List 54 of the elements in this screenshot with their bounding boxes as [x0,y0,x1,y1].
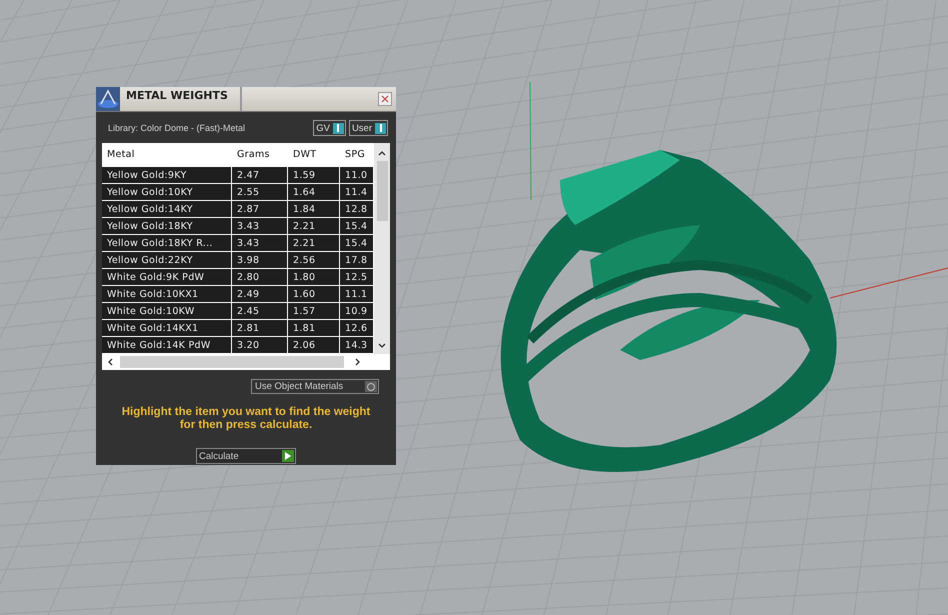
table-cell: Yellow Gold:10KY [102,184,232,200]
table-cell: 2.81 [232,320,288,336]
table-cell: 3.43 [232,235,288,251]
column-header[interactable]: Metal [102,143,232,166]
table-cell: White Gold:9K PdW [102,269,232,285]
window-title: METAL WEIGHTS [120,87,242,111]
scroll-left-icon[interactable] [106,357,114,367]
toggle-switch[interactable]: User [348,120,388,136]
table-cell: 2.49 [232,286,288,302]
table-cell: 2.55 [232,184,288,200]
table-cell: 1.60 [288,286,340,302]
scroll-down-icon[interactable] [377,342,387,350]
table-cell: White Gold:14KX1 [102,320,232,336]
table-cell: 2.47 [232,167,288,183]
table-cell: Yellow Gold:18KY R... [102,235,232,251]
table-cell: Yellow Gold:18KY [102,218,232,234]
table-cell: 1.64 [288,184,340,200]
vertical-scrollbar[interactable] [374,143,390,354]
table-cell: 3.98 [232,252,288,268]
table-cell: 2.06 [288,337,340,353]
close-icon [381,95,389,103]
table-cell: White Gold:14K PdW [102,337,232,353]
table-cell: 3.20 [232,337,288,353]
table-cell: 3.43 [232,218,288,234]
close-button[interactable] [378,92,392,106]
table-cell: 2.87 [232,201,288,217]
play-icon [282,450,294,462]
scroll-thumb[interactable] [376,161,388,221]
table-cell: Yellow Gold:22KY [102,252,232,268]
table-cell: 1.59 [288,167,340,183]
use-object-materials-toggle[interactable]: Use Object Materials [251,379,379,394]
table-cell: 1.80 [288,269,340,285]
table-cell: 2.45 [232,303,288,319]
table-cell: 2.80 [232,269,288,285]
table-cell: 2.56 [288,252,340,268]
table-cell: 2.21 [288,235,340,251]
instruction-text: Highlight the item you want to find the weight for then press calculate. [120,406,372,432]
table-cell: White Gold:10KW [102,303,232,319]
library-label: Library: Color Dome - (Fast)-Metal [108,123,246,133]
column-header[interactable]: DWT [288,143,340,166]
table-cell: 1.84 [288,201,340,217]
column-header[interactable]: Grams [232,143,288,166]
scroll-right-icon[interactable] [354,357,362,367]
table-cell: 1.81 [288,320,340,336]
scroll-up-icon[interactable] [377,149,387,157]
table-cell: Yellow Gold:9KY [102,167,232,183]
calculate-button[interactable]: Calculate [196,448,296,464]
toggle-switch[interactable]: GV [313,120,346,136]
dome-logo-icon [96,87,120,111]
table-cell: 1.57 [288,303,340,319]
scroll-thumb[interactable] [120,356,344,368]
table-cell: White Gold:10KX1 [102,286,232,302]
table-cell: Yellow Gold:14KY [102,201,232,217]
table-cell: 2.21 [288,218,340,234]
